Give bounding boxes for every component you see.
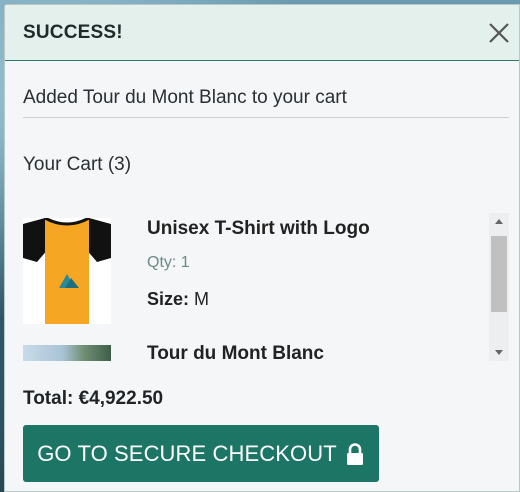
- tshirt-image[interactable]: [23, 218, 111, 324]
- size-value: M: [194, 289, 210, 309]
- item-quantity: Qty: 1: [147, 254, 190, 271]
- scroll-up-arrow-icon[interactable]: [489, 213, 509, 231]
- item-name[interactable]: Tour du Mont Blanc: [147, 343, 324, 361]
- scrollbar-thumb[interactable]: [491, 236, 507, 312]
- cart-total: Total: €4,922.50: [23, 388, 164, 409]
- lock-icon: [346, 442, 363, 465]
- checkout-label: GO TO SECURE CHECKOUT: [37, 440, 337, 466]
- divider: [23, 117, 509, 118]
- cart-item-list[interactable]: Unisex T-Shirt with Logo Qty: 1 Size: M …: [23, 211, 509, 361]
- close-icon: [489, 23, 509, 43]
- scroll-down-arrow-icon[interactable]: [489, 343, 509, 361]
- cart-heading: Your Cart (3): [23, 154, 132, 175]
- modal-header: SUCCESS!: [5, 5, 519, 61]
- cart-modal: SUCCESS! Added Tour du Mont Blanc to you…: [4, 4, 520, 492]
- tshirt-illustration: [23, 218, 111, 324]
- success-message: Added Tour du Mont Blanc to your cart: [23, 87, 347, 108]
- size-label: Size:: [147, 289, 190, 309]
- mountain-photo[interactable]: [23, 345, 111, 361]
- item-name[interactable]: Unisex T-Shirt with Logo: [147, 218, 370, 240]
- cart-item: Tour du Mont Blanc: [23, 343, 483, 361]
- modal-title: SUCCESS!: [23, 22, 123, 43]
- cart-scrollbar[interactable]: [489, 213, 509, 361]
- cart-item: Unisex T-Shirt with Logo Qty: 1 Size: M: [23, 211, 483, 341]
- close-button[interactable]: [485, 19, 513, 47]
- item-size: Size: M: [147, 289, 209, 310]
- checkout-button[interactable]: GO TO SECURE CHECKOUT: [23, 425, 379, 482]
